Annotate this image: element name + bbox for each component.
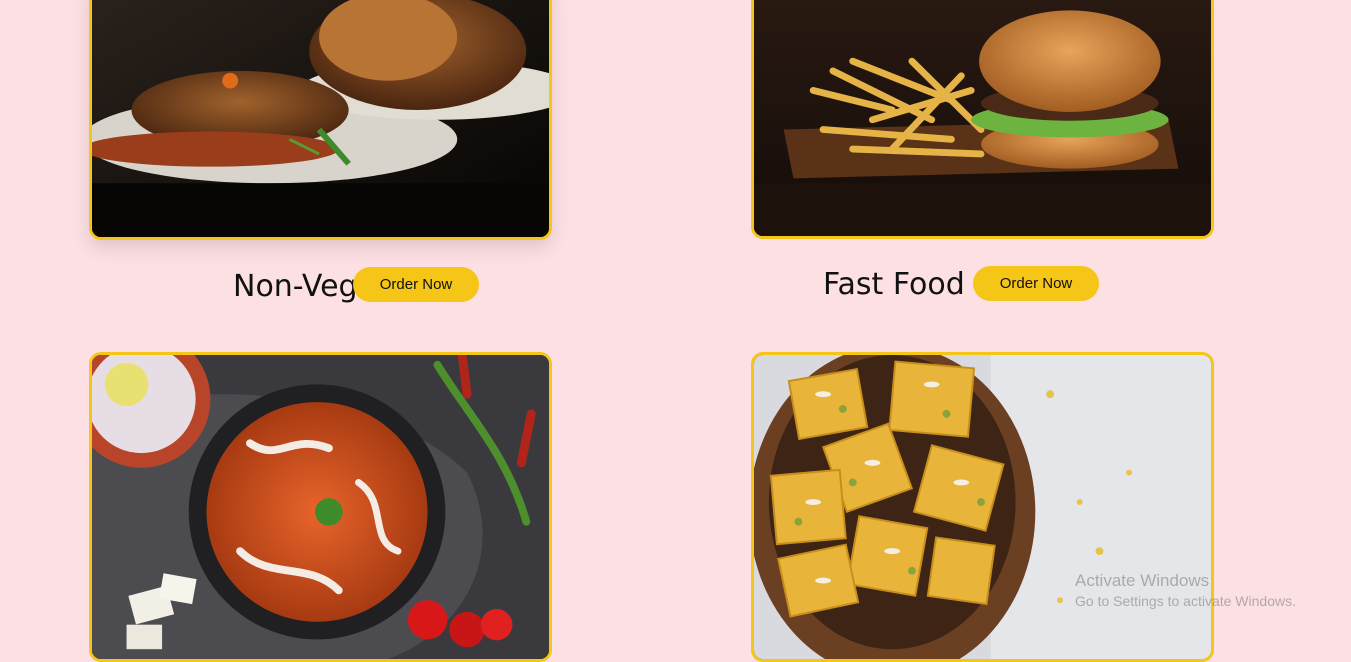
card-title-non-veg: Non-Veg	[233, 269, 358, 304]
paneer-curry-image-frame	[89, 352, 552, 662]
non-veg-image-frame	[89, 0, 552, 240]
order-now-button-fast-food[interactable]: Order Now	[973, 266, 1099, 301]
sweet-barfi-bowl-image	[754, 355, 1211, 659]
burger-and-fries-image	[754, 0, 1211, 236]
paneer-curry-bowl-image	[92, 355, 549, 659]
order-now-button-non-veg[interactable]: Order Now	[353, 267, 479, 302]
sweets-image-frame	[751, 352, 1214, 662]
fast-food-image-frame	[751, 0, 1214, 239]
roast-chicken-plate-image	[92, 0, 549, 237]
card-title-fast-food: Fast Food	[823, 267, 965, 302]
